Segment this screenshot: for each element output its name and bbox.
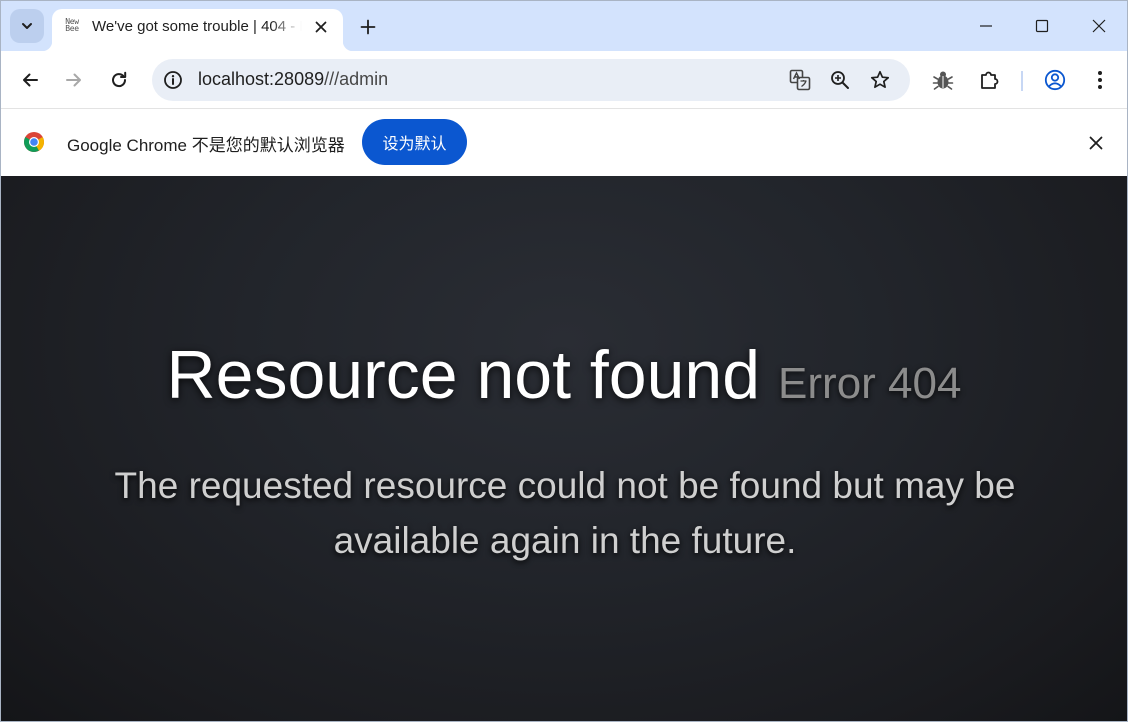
zoom-icon xyxy=(830,70,850,90)
error-message: The requested resource could not be foun… xyxy=(114,465,1016,561)
info-icon xyxy=(163,70,183,90)
translate-icon xyxy=(789,69,811,91)
page-content: Resource not found Error 404 The requeste… xyxy=(1,176,1127,721)
toolbar-separator xyxy=(1021,71,1023,91)
profile-button[interactable] xyxy=(1039,64,1071,96)
chevron-down-icon xyxy=(20,19,34,33)
infobar-message: Google Chrome 不是您的默认浏览器 xyxy=(67,136,345,155)
extensions-icon xyxy=(978,69,1000,91)
back-icon xyxy=(21,71,39,89)
close-icon xyxy=(1089,136,1103,150)
site-info-button[interactable] xyxy=(160,67,186,93)
new-tab-button[interactable] xyxy=(354,13,382,41)
page-title: Resource not found xyxy=(166,337,761,413)
close-icon xyxy=(1092,19,1106,33)
url-host: localhost:28089 xyxy=(198,69,325,89)
browser-window: New Bee We've got some trouble | 404 - R… xyxy=(0,0,1128,722)
extensions-button[interactable] xyxy=(973,64,1005,96)
tab-close-button[interactable] xyxy=(310,16,332,38)
translate-button[interactable] xyxy=(786,66,814,94)
forward-icon xyxy=(65,71,83,89)
address-url[interactable]: localhost:28089///admin xyxy=(198,69,388,90)
chrome-logo xyxy=(23,131,45,153)
zoom-button[interactable] xyxy=(826,66,854,94)
error-headline: Resource not found Error 404 xyxy=(1,336,1127,414)
tab-search-button[interactable] xyxy=(10,9,44,43)
profile-icon xyxy=(1044,69,1066,91)
menu-button[interactable] xyxy=(1084,64,1116,96)
maximize-icon xyxy=(1035,19,1049,33)
minimize-icon xyxy=(979,19,993,33)
plus-icon xyxy=(360,19,376,35)
back-button[interactable] xyxy=(14,64,46,96)
maximize-button[interactable] xyxy=(1013,1,1070,51)
tab-favicon: New Bee xyxy=(65,17,79,33)
bookmark-button[interactable] xyxy=(866,66,894,94)
tab-active[interactable]: New Bee We've got some trouble | 404 - R… xyxy=(42,9,353,51)
address-bar[interactable]: localhost:28089///admin xyxy=(152,59,910,101)
close-icon xyxy=(315,21,327,33)
forward-button[interactable] xyxy=(58,64,90,96)
set-default-button[interactable]: 设为默认 xyxy=(362,119,467,165)
url-path: ///admin xyxy=(324,69,389,89)
tab-strip: New Bee We've got some trouble | 404 - R… xyxy=(1,1,1127,51)
minimize-button[interactable] xyxy=(957,1,1014,51)
window-close-button[interactable] xyxy=(1070,1,1127,51)
more-icon xyxy=(1097,70,1103,90)
star-icon xyxy=(870,70,890,90)
extension-bug-button[interactable] xyxy=(927,64,959,96)
reload-button[interactable] xyxy=(103,64,135,96)
reload-icon xyxy=(110,71,128,89)
infobar-close-button[interactable] xyxy=(1083,130,1109,156)
tab-title: We've got some trouble | 404 - Resource … xyxy=(92,18,302,35)
default-browser-infobar: Google Chrome 不是您的默认浏览器 设为默认 xyxy=(1,109,1127,176)
error-code: Error 404 xyxy=(778,359,962,408)
bug-icon xyxy=(932,69,954,91)
browser-toolbar: localhost:28089///admin xyxy=(1,51,1127,109)
